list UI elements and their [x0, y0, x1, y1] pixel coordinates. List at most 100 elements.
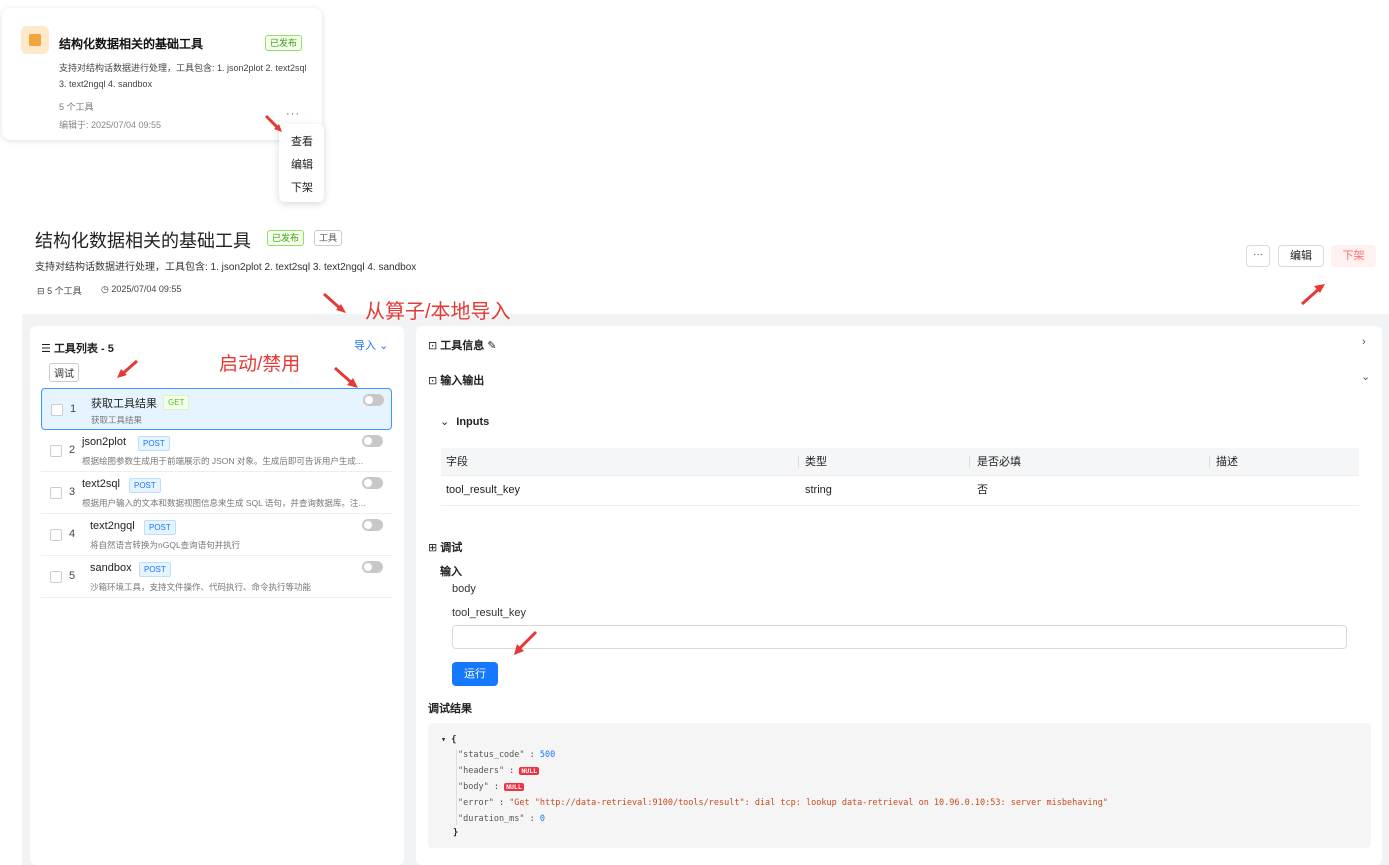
page-description: 支持对结构话数据进行处理，工具包含: 1. json2plot 2. text2… [35, 262, 417, 273]
annotation-arrow [334, 366, 358, 388]
tool-result-key-input[interactable] [452, 625, 1347, 649]
debug-result-title: 调试结果 [428, 703, 472, 715]
row-number: 4 [69, 528, 76, 540]
chevron-right-icon[interactable]: › [1362, 336, 1366, 348]
row-checkbox[interactable] [50, 529, 62, 541]
tool-list-title: ☰ 工具列表 - 5 [41, 340, 114, 356]
json-line: "error" : "Get "http://data-retrieval:91… [458, 798, 1108, 808]
clock-icon: ◷ [101, 284, 109, 294]
param-label: tool_result_key [452, 607, 526, 619]
tool-info-title: 工具信息 [440, 340, 485, 352]
method-badge: POST [129, 478, 161, 493]
row-number: 1 [70, 403, 77, 415]
menu-item-view[interactable]: 查看 [291, 133, 313, 149]
row-number: 3 [69, 486, 76, 498]
enable-toggle[interactable] [362, 477, 383, 489]
tool-description: 将自然语言转换为nGQL查询语句并执行 [90, 540, 241, 550]
debug-button[interactable]: 调试 [49, 363, 79, 382]
method-badge: POST [144, 520, 176, 535]
tool-row[interactable]: 2 json2plot POST 根据绘图参数生成用于前端展示的 JSON 对象… [41, 430, 392, 472]
tool-count: ⊟ 5 个工具 [37, 284, 82, 297]
inputs-title: Inputs [456, 416, 490, 428]
tool-name: json2plot [82, 436, 127, 448]
type-cell: string [805, 484, 832, 496]
json-line: "duration_ms" : 0 [458, 814, 546, 824]
tool-info-header[interactable]: ⊡ 工具信息 ✎ [428, 337, 497, 353]
json-line: "body" : NULL [458, 782, 524, 792]
run-button[interactable]: 运行 [452, 662, 498, 686]
tool-description: 沙箱环境工具，支持文件操作、代码执行、命令执行等功能 [90, 582, 312, 592]
row-number: 2 [69, 444, 76, 456]
card-edited-time: 编辑于: 2025/07/04 09:55 [59, 120, 162, 130]
card-status-badge: 已发布 [265, 35, 303, 51]
update-time-label: 2025/07/04 09:55 [111, 284, 182, 294]
debug-title: 调试 [440, 542, 463, 554]
import-dropdown[interactable]: 导入 ⌄ [354, 337, 388, 353]
list-icon: ☰ [41, 343, 51, 355]
debug-result-json: ▾ { "status_code" : 500 "headers" : NULL… [428, 723, 1371, 848]
unpublish-button[interactable]: 下架 [1331, 245, 1376, 267]
row-checkbox[interactable] [50, 445, 62, 457]
json-line: "status_code" : 500 [458, 750, 556, 760]
enable-toggle[interactable] [362, 519, 383, 531]
io-header[interactable]: ⊡ 输入输出 [428, 372, 484, 388]
input-label: 输入 [440, 566, 462, 578]
enable-toggle[interactable] [363, 394, 384, 406]
column-header: 描述 [1216, 456, 1238, 468]
tool-list-panel: ☰ 工具列表 - 5 导入 ⌄ 调试 1 获取工具结果 GET 获取工具结果 2… [30, 326, 404, 865]
column-header: 是否必填 [977, 456, 1021, 468]
card-more-button[interactable]: ··· [286, 108, 300, 120]
io-title: 输入输出 [440, 375, 485, 387]
toolbox-icon: ⊟ [37, 286, 45, 296]
field-cell: tool_result_key [446, 484, 520, 496]
annotation-arrow [1301, 284, 1325, 306]
chevron-down-icon[interactable]: ⌄ [1361, 370, 1370, 383]
menu-item-edit[interactable]: 编辑 [291, 156, 313, 172]
toggle-annotation: 启动/禁用 [219, 354, 301, 375]
tool-row[interactable]: 3 text2sql POST 根据用户输入的文本和数据视图信息来生成 SQL … [41, 472, 392, 514]
edit-button[interactable]: 编辑 [1278, 245, 1324, 267]
chevron-down-icon: ⌄ [440, 416, 450, 428]
tool-detail-panel: ⊡ 工具信息 ✎ › ⊡ 输入输出 ⌄ ⌄ Inputs 字段 类型 是否必填 … [416, 326, 1382, 865]
io-icon: ⊡ [428, 375, 438, 387]
tool-description: 获取工具结果 [91, 415, 143, 425]
update-time: ◷ 2025/07/04 09:55 [101, 284, 181, 295]
inputs-header[interactable]: ⌄ Inputs [440, 415, 489, 428]
body-label: body [452, 583, 476, 595]
type-tag: 工具 [314, 230, 343, 246]
page-title: 结构化数据相关的基础工具 [35, 231, 251, 251]
menu-item-unpublish[interactable]: 下架 [291, 179, 313, 195]
method-badge: GET [163, 395, 190, 410]
annotation-arrow [323, 292, 346, 313]
more-button[interactable]: ··· [1246, 245, 1270, 267]
json-line: "headers" : NULL [458, 766, 540, 776]
tool-list-title-label: 工具列表 - 5 [53, 343, 114, 355]
tool-description: 根据用户输入的文本和数据视图信息来生成 SQL 语句，并查询数据库。注... [82, 498, 366, 508]
column-header: 字段 [446, 456, 468, 468]
card-title: 结构化数据相关的基础工具 [59, 37, 204, 51]
table-header: 字段 类型 是否必填 描述 [441, 448, 1359, 476]
column-header: 类型 [805, 456, 827, 468]
enable-toggle[interactable] [362, 435, 383, 447]
chevron-down-icon: ⌄ [379, 340, 389, 352]
table-row: tool_result_key string 否 [441, 476, 1359, 506]
row-checkbox[interactable] [50, 571, 62, 583]
tool-row[interactable]: 5 sandbox POST 沙箱环境工具，支持文件操作、代码执行、命令执行等功… [41, 556, 392, 598]
tool-name: 获取工具结果 [91, 398, 157, 410]
method-badge: POST [139, 562, 171, 577]
tool-name: text2sql [82, 478, 120, 490]
tool-row[interactable]: 1 获取工具结果 GET 获取工具结果 [41, 388, 392, 430]
collapse-icon[interactable]: ▾ { [441, 735, 456, 745]
card-tool-count: 5 个工具 [59, 102, 94, 112]
inputs-table: 字段 类型 是否必填 描述 tool_result_key string 否 [441, 448, 1359, 506]
row-checkbox[interactable] [50, 487, 62, 499]
annotation-arrow [264, 114, 282, 132]
pencil-icon[interactable]: ✎ [487, 340, 496, 352]
status-badge: 已发布 [267, 230, 305, 246]
row-number: 5 [69, 570, 76, 582]
enable-toggle[interactable] [362, 561, 383, 573]
debug-icon: ⊞ [428, 542, 438, 554]
tool-row[interactable]: 4 text2ngql POST 将自然语言转换为nGQL查询语句并执行 [41, 514, 392, 556]
row-checkbox[interactable] [51, 404, 63, 416]
tool-count-label: 5 个工具 [47, 286, 82, 296]
